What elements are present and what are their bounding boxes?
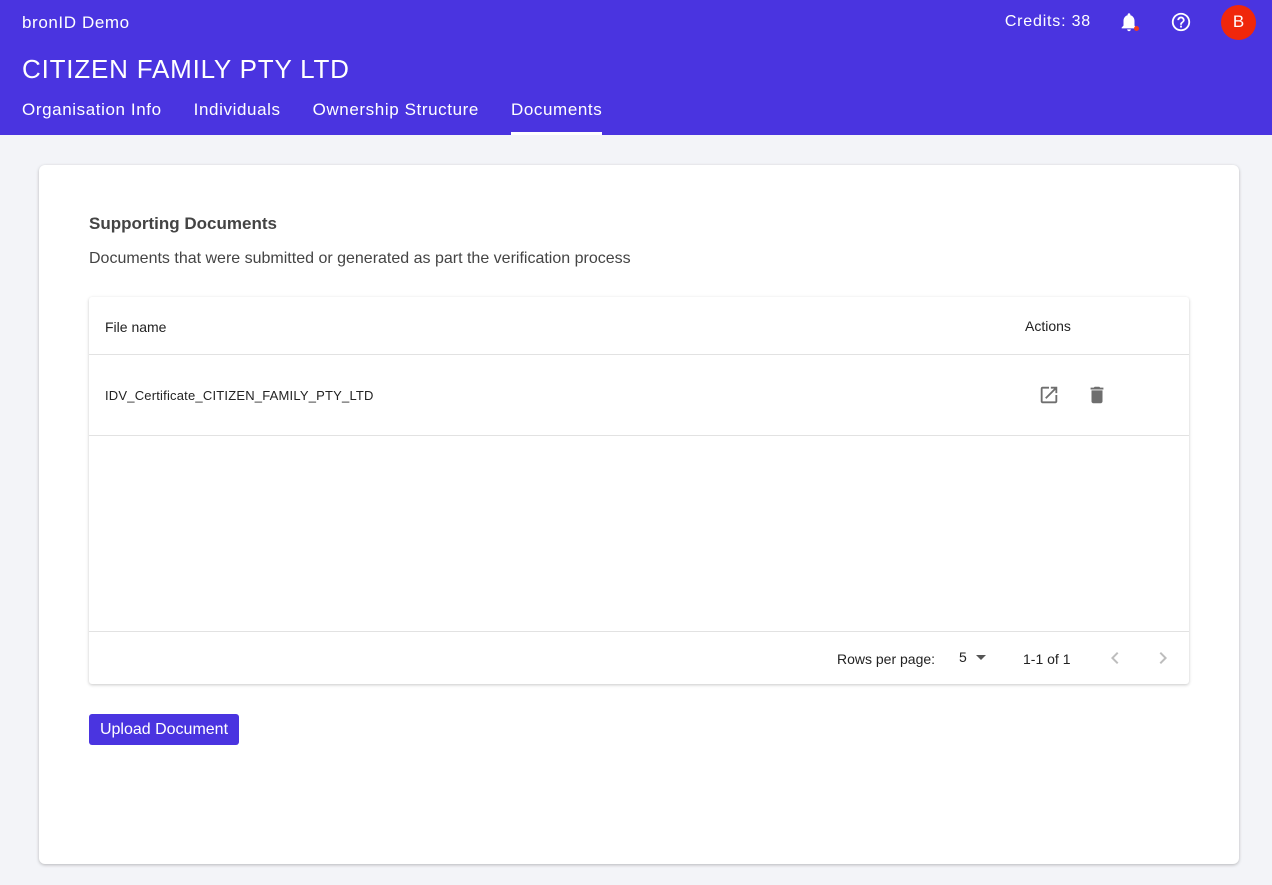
- column-header-actions: Actions: [1025, 318, 1071, 334]
- open-document-button[interactable]: [1038, 384, 1060, 406]
- tab-organisation-info[interactable]: Organisation Info: [22, 100, 162, 135]
- chevron-left-icon: [1111, 652, 1119, 664]
- page-range: 1-1 of 1: [1023, 651, 1071, 667]
- app-name: bronID Demo: [22, 13, 130, 32]
- page-title: CITIZEN FAMILY PTY LTD: [22, 54, 350, 84]
- top-right-controls: Credits: 38 B: [1004, 4, 1256, 40]
- avatar[interactable]: B: [1221, 4, 1256, 40]
- help-button[interactable]: [1169, 10, 1193, 34]
- rows-per-page-value: 5: [959, 649, 967, 665]
- delete-document-button[interactable]: [1086, 384, 1108, 406]
- tab-documents[interactable]: Documents: [510, 100, 603, 135]
- chevron-right-icon: [1159, 652, 1167, 664]
- documents-table: File name Actions IDV_Certificate_CITIZE…: [89, 297, 1189, 684]
- next-page-button[interactable]: [1151, 646, 1175, 670]
- rows-per-page-select[interactable]: 5: [959, 649, 986, 665]
- section-description: Documents that were submitted or generat…: [89, 250, 631, 267]
- tab-ownership-structure[interactable]: Ownership Structure: [313, 100, 479, 135]
- table-row: IDV_Certificate_CITIZEN_FAMILY_PTY_LTD: [89, 355, 1189, 436]
- table-header: File name Actions: [89, 297, 1189, 355]
- trash-icon: [1090, 386, 1104, 404]
- notifications-button[interactable]: [1117, 10, 1141, 34]
- table-pagination: Rows per page: 5 1-1 of 1: [89, 631, 1189, 684]
- column-header-file-name: File name: [105, 319, 167, 335]
- file-name-cell: IDV_Certificate_CITIZEN_FAMILY_PTY_LTD: [105, 388, 374, 403]
- documents-card: Supporting Documents Documents that were…: [39, 165, 1239, 864]
- help-circle-icon: [1171, 12, 1191, 32]
- tab-individuals[interactable]: Individuals: [194, 100, 281, 135]
- notification-dot: [1134, 26, 1139, 31]
- open-in-new-icon: [1040, 386, 1058, 404]
- upload-document-button[interactable]: Upload Document: [89, 714, 239, 745]
- app-bar: bronID Demo Credits: 38 B CITIZEN FAMILY…: [0, 0, 1272, 135]
- caret-down-icon: [975, 654, 986, 660]
- tab-bar: Organisation Info Individuals Ownership …: [22, 100, 634, 135]
- rows-per-page-label: Rows per page:: [837, 651, 936, 667]
- section-title: Supporting Documents: [89, 214, 277, 233]
- previous-page-button[interactable]: [1103, 646, 1127, 670]
- credits-label: Credits: 38: [1004, 13, 1091, 30]
